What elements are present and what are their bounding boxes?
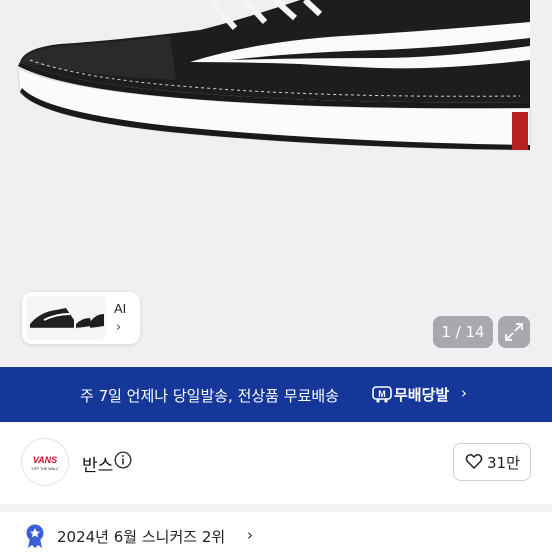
seller-name[interactable]: 반스 — [82, 451, 113, 476]
ranking-row[interactable]: 2024년 6월 스니커즈 2위 › — [0, 512, 552, 552]
product-image-gallery[interactable]: AI › 1 / 14 — [0, 0, 552, 367]
expand-icon — [505, 323, 523, 341]
image-counter: 1 / 14 — [433, 316, 493, 348]
ranking-text: 2024년 6월 스니커즈 2위 — [57, 528, 226, 546]
banner-brand: 무배당발 — [394, 386, 450, 404]
product-image-sneaker — [17, 0, 531, 151]
delivery-truck-icon: M — [372, 386, 392, 403]
free-shipping-banner[interactable]: 주 7일 언제나 당일발송, 전상품 무료배송 M 무배당발 › — [0, 367, 552, 422]
svg-text:M: M — [378, 389, 386, 399]
svg-text:VANS: VANS — [33, 455, 57, 465]
chevron-right-icon: › — [247, 526, 253, 544]
ai-thumbnail-card[interactable]: AI › — [22, 292, 140, 344]
like-count: 31만 — [487, 454, 520, 472]
ai-label: AI — [114, 301, 127, 316]
seller-row: VANS "OFF THE WALL" 반스 31만 — [0, 422, 552, 504]
like-button[interactable]: 31만 — [453, 443, 531, 481]
chevron-right-icon: › — [116, 320, 122, 335]
info-icon[interactable] — [114, 451, 132, 469]
svg-text:"OFF THE WALL": "OFF THE WALL" — [31, 467, 60, 471]
seller-avatar[interactable]: VANS "OFF THE WALL" — [21, 438, 69, 486]
ai-thumbnail-image — [26, 296, 106, 340]
ranking-badge-icon — [26, 524, 44, 548]
chevron-right-icon: › — [461, 384, 467, 402]
banner-text: 주 7일 언제나 당일발송, 전상품 무료배송 — [80, 387, 339, 405]
heart-icon — [465, 453, 483, 470]
expand-button[interactable] — [498, 316, 530, 348]
section-divider — [0, 504, 552, 512]
